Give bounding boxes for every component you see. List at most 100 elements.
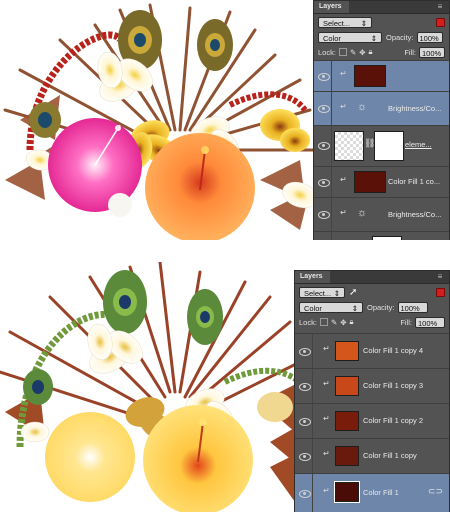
bottom-layers-panel: Layers ≡ Select... ⇕ ➚ Color ⇕ Opacity: … (294, 270, 450, 512)
filter-select-label: Select... (323, 18, 351, 28)
blend-mode-value: Color (304, 304, 322, 313)
layer-filter-select[interactable]: Select... ⇕ (318, 16, 372, 28)
layer-row[interactable]: ↵ Color Fill 1 copy (295, 438, 449, 473)
opacity-label: Opacity: (386, 33, 414, 42)
mouse-cursor-icon: ➚ (349, 286, 358, 298)
eye-icon[interactable] (318, 105, 330, 113)
eye-icon[interactable] (318, 179, 330, 187)
clip-arrow-icon: ↵ (323, 486, 330, 495)
layer-row[interactable]: ↵ Color Fill 1 copy 2 (295, 403, 449, 438)
color-fill-thumbnail[interactable] (335, 341, 359, 361)
clip-arrow-icon: ↵ (340, 102, 347, 111)
filter-toggle-icon[interactable] (436, 287, 445, 297)
top-canvas-area: Layers ≡ Select... ⇕ Color ⇕ Opacity: 10… (0, 0, 450, 240)
lock-move-icon[interactable]: ✥ (340, 318, 346, 327)
chevron-down-icon: ⇕ (370, 34, 377, 43)
filter-row: Select... ⇕ ➚ (295, 284, 449, 300)
blend-mode-select[interactable]: Color ⇕ (299, 302, 363, 313)
lock-all-icon[interactable]: 🔒︎ (369, 47, 373, 57)
eye-icon[interactable] (299, 453, 311, 461)
opacity-label: Opacity: (367, 303, 395, 312)
layer-row[interactable]: ↵ Color Fill 1 ⊂⊃ (295, 473, 449, 512)
layer-name[interactable]: Color Fill 1 copy 4 (363, 346, 423, 355)
clip-arrow-icon: ↵ (323, 449, 330, 458)
eye-icon[interactable] (318, 142, 330, 150)
color-fill-thumbnail[interactable] (354, 171, 386, 193)
layer-name[interactable]: Brightness/Co... (388, 104, 441, 113)
blend-mode-value: Color (323, 34, 341, 43)
layer-row[interactable]: ↵ ☼ Brightness/Co... (314, 197, 449, 231)
layers-tab[interactable]: Layers (314, 1, 349, 13)
layer-name[interactable]: Color Fill 1 (363, 488, 399, 497)
lock-paint-icon[interactable]: ✎ (350, 48, 356, 57)
layer-row[interactable]: ⛓ eleme... (314, 125, 449, 166)
panel-menu-icon[interactable]: ≡ (435, 272, 445, 281)
layer-name[interactable]: Brightness/Co... (388, 210, 441, 219)
eye-icon[interactable] (299, 418, 311, 426)
layers-tab[interactable]: Layers (295, 271, 330, 283)
layer-name[interactable]: Color Fill 1 copy (363, 451, 417, 460)
opacity-input[interactable]: 100% (397, 302, 428, 313)
top-layers-panel: Layers ≡ Select... ⇕ Color ⇕ Opacity: 10… (313, 0, 450, 240)
eye-icon[interactable] (299, 383, 311, 391)
section-divider (0, 240, 450, 262)
color-fill-thumbnail[interactable] (335, 376, 359, 396)
chevron-down-icon: ⇕ (333, 288, 340, 298)
brightness-adjustment-icon[interactable]: ☼ (357, 207, 367, 219)
layer-name[interactable]: Color Fill 1 copy 2 (363, 416, 423, 425)
bottom-canvas-area: Layers ≡ Select... ⇕ ➚ Color ⇕ Opacity: … (0, 262, 450, 512)
lock-transparent-icon[interactable] (319, 318, 328, 326)
color-fill-thumbnail[interactable] (354, 65, 386, 87)
fill-label: Fill: (404, 47, 416, 57)
lock-row: Lock: ✎ ✥ 🔒︎ Fill: 100% (295, 315, 449, 329)
lock-label: Lock: (299, 317, 317, 327)
layer-row[interactable]: ↵ Color Fill 1 copy 3 (295, 368, 449, 403)
fill-label: Fill: (400, 317, 412, 327)
fill-input[interactable]: 100% (415, 316, 445, 328)
clip-arrow-icon: ↵ (340, 69, 347, 78)
clip-arrow-icon: ↵ (323, 414, 330, 423)
opacity-input[interactable]: 100% (416, 32, 443, 43)
layer-filter-select[interactable]: Select... ⇕ (299, 286, 345, 298)
lock-label: Lock: (318, 47, 336, 57)
lock-row: Lock: ✎ ✥ 🔒︎ Fill: 100% (314, 45, 449, 59)
lock-all-icon[interactable]: 🔒︎ (350, 317, 354, 327)
clip-arrow-icon: ↵ (323, 344, 330, 353)
link-icon[interactable]: ⊂⊃ (428, 486, 443, 497)
eye-icon[interactable] (299, 348, 311, 356)
eye-icon[interactable] (318, 73, 330, 81)
filter-toggle-icon[interactable] (436, 17, 445, 27)
layer-row[interactable]: ↵ Color Fill 1 co... (314, 166, 449, 197)
clip-arrow-icon: ↵ (340, 175, 347, 184)
fill-input[interactable]: 100% (419, 46, 445, 58)
layers-tab-bar: Layers ≡ (314, 1, 449, 14)
visibility-column (314, 232, 332, 240)
blend-mode-select[interactable]: Color ⇕ (318, 32, 382, 43)
lock-transparent-icon[interactable] (338, 48, 347, 56)
panel-menu-icon[interactable]: ≡ (435, 2, 445, 11)
eye-icon[interactable] (318, 211, 330, 219)
filter-row: Select... ⇕ (314, 14, 449, 30)
brightness-adjustment-icon[interactable]: ☼ (357, 101, 367, 113)
layers-tab-bar: Layers ≡ (295, 271, 449, 284)
color-fill-thumbnail[interactable] (334, 481, 360, 503)
lock-paint-icon[interactable]: ✎ (331, 318, 337, 327)
blend-row: Color ⇕ Opacity: 100% (314, 30, 449, 45)
lock-move-icon[interactable]: ✥ (359, 48, 365, 57)
layer-name[interactable]: eleme... (405, 140, 432, 149)
layers-list: ↵ ↵ ☼ Brightness/Co... ⛓ eleme... ↵ Colo… (314, 60, 449, 240)
layer-name[interactable]: Color Fill 1 copy 3 (363, 381, 423, 390)
filter-select-label: Select... (304, 288, 332, 298)
smart-object-thumbnail[interactable] (334, 131, 364, 161)
layer-row[interactable]: ↵ Color Fill 1 copy 4 (295, 333, 449, 368)
color-fill-thumbnail[interactable] (335, 446, 359, 466)
clip-arrow-icon: ↵ (340, 208, 347, 217)
eye-icon[interactable] (299, 490, 311, 498)
layer-row[interactable] (314, 231, 449, 240)
chevron-down-icon: ⇕ (360, 18, 367, 28)
layer-mask-thumbnail[interactable] (374, 131, 404, 161)
layer-row[interactable]: ↵ (314, 60, 449, 91)
layer-name[interactable]: Color Fill 1 co... (388, 177, 440, 186)
layer-row[interactable]: ↵ ☼ Brightness/Co... (314, 91, 449, 125)
color-fill-thumbnail[interactable] (335, 411, 359, 431)
